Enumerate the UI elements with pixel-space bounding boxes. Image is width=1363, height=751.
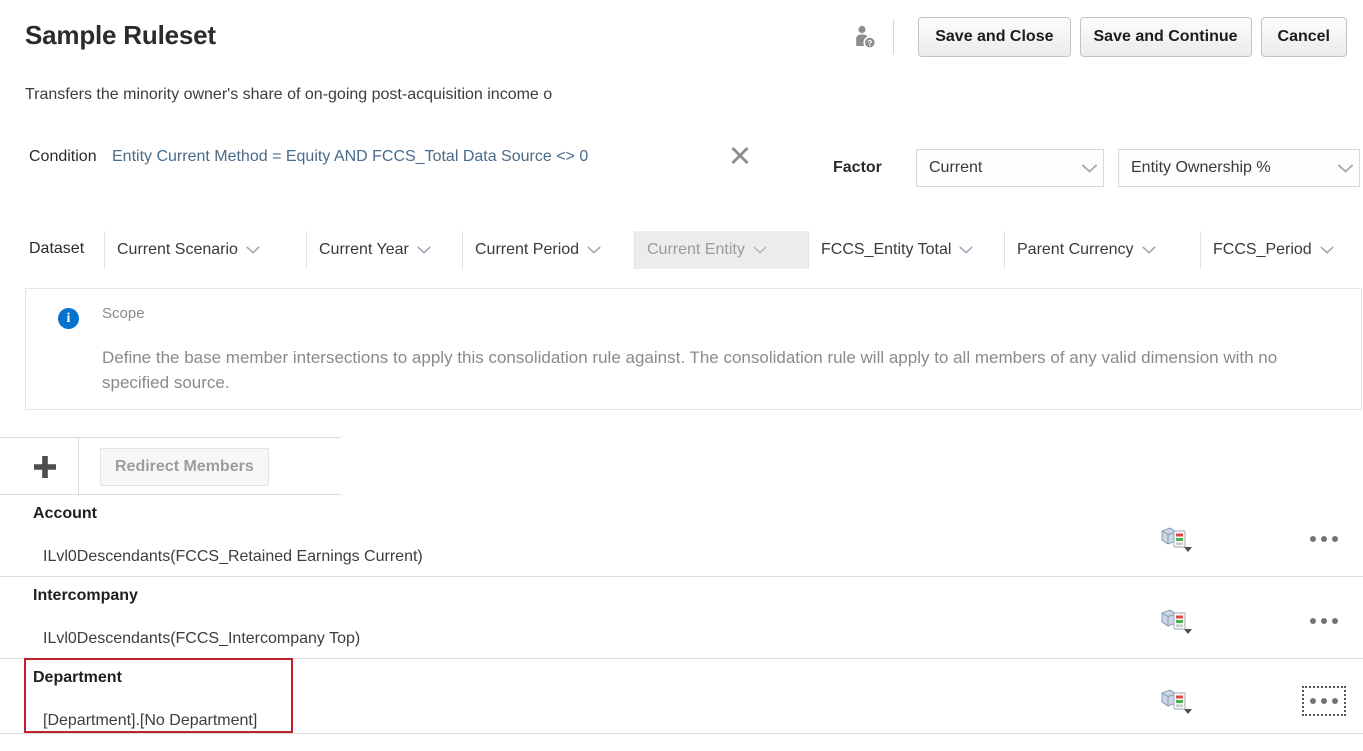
ruleset-description: Transfers the minority owner's share of … <box>25 86 615 108</box>
cancel-button[interactable]: Cancel <box>1261 17 1347 57</box>
ruleset-editor-page: Sample Ruleset ? Save and Close Save and… <box>0 0 1363 751</box>
table-row: Intercompany ILvl0Descendants(FCCS_Inter… <box>0 577 1363 659</box>
member-selector-icon[interactable] <box>1158 525 1198 553</box>
dataset-item-current-year[interactable]: Current Year <box>306 231 462 269</box>
header-actions: ? Save and Close Save and Continue Cance… <box>851 17 1347 57</box>
scope-description: Define the base member intersections to … <box>102 345 1342 395</box>
info-icon: i <box>58 308 79 329</box>
dataset-item-current-period[interactable]: Current Period <box>462 231 627 269</box>
chevron-down-icon <box>745 246 775 254</box>
factor-select-current[interactable]: Current <box>916 149 1104 187</box>
member-selector-icon[interactable] <box>1158 687 1198 715</box>
chevron-down-icon <box>579 246 609 254</box>
more-actions-icon[interactable] <box>1303 607 1345 635</box>
condition-value-link[interactable]: Entity Current Method = Equity AND FCCS_… <box>112 148 588 166</box>
member-expression[interactable]: ILvl0Descendants(FCCS_Retained Earnings … <box>43 548 423 566</box>
scope-panel: i Scope Define the base member intersect… <box>25 288 1362 410</box>
condition-label: Condition <box>29 148 97 166</box>
chevron-down-icon <box>1331 164 1359 173</box>
factor-select-entity-ownership-value: Entity Ownership % <box>1119 159 1331 177</box>
more-dots <box>1310 536 1338 542</box>
svg-text:?: ? <box>868 39 873 48</box>
dataset-label: Dataset <box>29 240 84 258</box>
factor-select-entity-ownership[interactable]: Entity Ownership % <box>1118 149 1360 187</box>
table-row: Department [Department].[No Department] <box>0 659 1363 734</box>
chevron-down-icon <box>238 246 268 254</box>
header-divider <box>893 20 894 54</box>
chevron-down-icon <box>1075 164 1103 173</box>
member-expression[interactable]: ILvl0Descendants(FCCS_Intercompany Top) <box>43 630 360 648</box>
close-x-icon[interactable] <box>726 144 754 172</box>
dataset-item-fccs-entity-total[interactable]: FCCS_Entity Total <box>808 231 1004 269</box>
chevron-down-icon <box>1134 246 1164 254</box>
dimension-name: Intercompany <box>33 587 138 605</box>
dataset-item-current-period-value: Current Period <box>463 241 579 259</box>
dataset-item-current-scenario-value: Current Scenario <box>105 241 238 259</box>
factor-label: Factor <box>833 159 882 177</box>
page-title: Sample Ruleset <box>25 20 216 51</box>
dataset-item-current-year-value: Current Year <box>307 241 409 259</box>
save-and-continue-button[interactable]: Save and Continue <box>1080 17 1252 57</box>
dimension-name: Department <box>33 669 122 687</box>
page-header: Sample Ruleset ? Save and Close Save and… <box>0 0 1363 70</box>
dataset-item-fccs-period-value: FCCS_Period <box>1201 241 1312 259</box>
user-help-icon[interactable]: ? <box>851 22 879 52</box>
more-actions-icon[interactable] <box>1303 687 1345 715</box>
dataset-row: Dataset Current Scenario Current Year Cu… <box>0 231 1363 271</box>
table-row: Account ILvl0Descendants(FCCS_Retained E… <box>0 495 1363 577</box>
members-table: Account ILvl0Descendants(FCCS_Retained E… <box>0 495 1363 734</box>
dataset-item-parent-currency[interactable]: Parent Currency <box>1004 231 1200 269</box>
scope-title: Scope <box>102 305 145 322</box>
dataset-item-fccs-period[interactable]: FCCS_Period <box>1200 231 1363 269</box>
chevron-down-icon <box>409 246 439 254</box>
dataset-item-parent-currency-value: Parent Currency <box>1005 241 1134 259</box>
more-dots <box>1310 698 1338 704</box>
dataset-item-current-entity-value: Current Entity <box>635 241 745 259</box>
more-dots <box>1310 618 1338 624</box>
dataset-item-current-entity: Current Entity <box>634 231 808 269</box>
more-actions-icon[interactable] <box>1303 525 1345 553</box>
factor-select-current-value: Current <box>917 159 1075 177</box>
members-toolbar: Redirect Members <box>0 437 341 495</box>
add-member-button[interactable] <box>28 450 62 484</box>
redirect-members-button[interactable]: Redirect Members <box>100 448 269 486</box>
toolbar-divider <box>78 438 79 496</box>
dataset-item-fccs-entity-total-value: FCCS_Entity Total <box>809 241 951 259</box>
dimension-name: Account <box>33 505 97 523</box>
save-and-close-button[interactable]: Save and Close <box>918 17 1070 57</box>
chevron-down-icon <box>1312 246 1342 254</box>
member-expression[interactable]: [Department].[No Department] <box>43 712 257 730</box>
chevron-down-icon <box>951 246 981 254</box>
member-selector-icon[interactable] <box>1158 607 1198 635</box>
dataset-item-current-scenario[interactable]: Current Scenario <box>104 231 298 269</box>
